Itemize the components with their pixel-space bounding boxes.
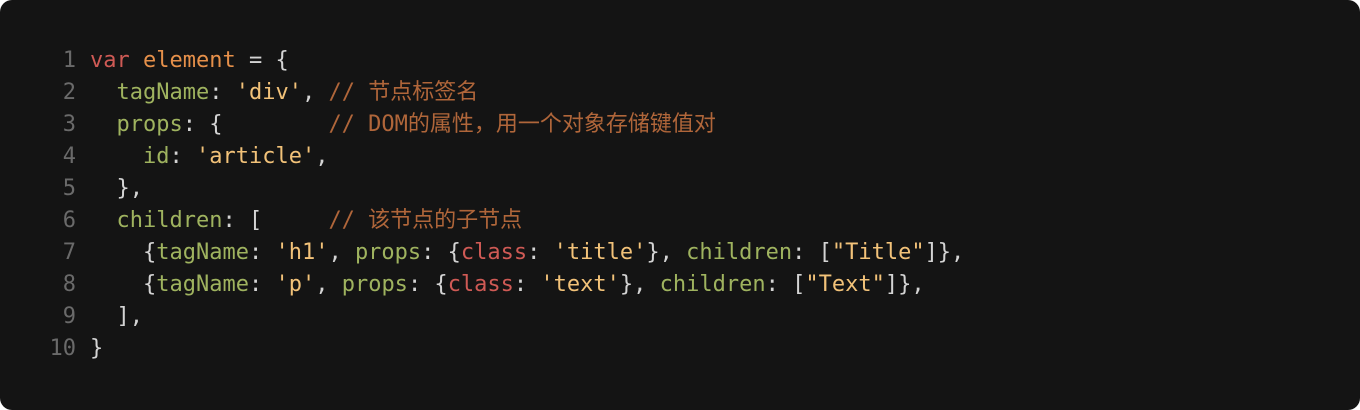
punctuation-token: }, [619,272,660,297]
comment-token: // 该节点的子节点 [328,208,523,233]
code-text: {tagName: 'p', props: {class: 'text'}, c… [90,269,925,301]
code-line: 2 tagName: 'div', // 节点标签名 [0,77,1360,109]
code-line: 4 id: 'article', [0,141,1360,173]
keyword-token: class [460,240,528,265]
property-token: tagName [116,80,210,105]
keyword-token: var [90,48,130,73]
code-line: 3 props: { // DOM的属性，用一个对象存储键值对 [0,109,1360,141]
punctuation-token: : { [421,240,461,265]
line-number: 1 [62,48,76,73]
code-text: id: 'article', [90,141,328,173]
punctuation-token [90,208,117,233]
string-token: 'div' [235,80,302,105]
punctuation-token [130,48,143,73]
punctuation-token: : { [182,112,329,137]
punctuation-token: , [315,144,329,169]
code-line: 8 {tagName: 'p', props: {class: 'text'},… [0,269,1360,301]
punctuation-token: ], [90,304,143,329]
property-token: tagName [156,240,249,265]
punctuation-token: : [ [765,272,806,297]
string-token: 'title' [553,240,647,265]
string-token: 'text' [540,272,620,297]
string-token: 'h1' [275,240,329,265]
variable-token: element [143,48,236,73]
line-number: 10 [49,336,77,361]
punctuation-token: , [315,272,342,297]
property-token: props [116,112,183,137]
line-number: 3 [62,112,76,137]
code-text: ], [90,301,143,333]
code-line: 10} [0,333,1360,365]
punctuation-token: = { [235,48,289,73]
code-line: 6 children: [ // 该节点的子节点 [0,205,1360,237]
line-number: 4 [62,144,76,169]
keyword-token: class [447,272,514,297]
property-token: children [686,240,793,265]
property-token: children [659,272,766,297]
punctuation-token: : [527,240,554,265]
line-number: 5 [62,176,76,201]
code-text: } [90,333,103,365]
code-line: 7 {tagName: 'h1', props: {class: 'title'… [0,237,1360,269]
punctuation-token: : [248,240,276,265]
code-block: 1 var element = {2 tagName: 'div', // 节点标… [0,0,1360,410]
code-text: tagName: 'div', // 节点标签名 [90,77,479,109]
punctuation-token: : [513,272,541,297]
code-text: children: [ // 该节点的子节点 [90,205,523,237]
string-token: 'p' [275,272,316,297]
punctuation-token: , [328,240,355,265]
punctuation-token: ]}, [884,272,925,297]
code-line: 9 ], [0,301,1360,333]
code-text: props: { // DOM的属性，用一个对象存储键值对 [90,109,716,141]
punctuation-token: , [301,80,329,105]
string-token: "Text" [805,272,885,297]
punctuation-token: : [ [222,208,329,233]
code-text: }, [90,173,143,205]
punctuation-token: }, [646,240,687,265]
punctuation-token [90,144,143,169]
code-text: {tagName: 'h1', props: {class: 'title'},… [90,237,964,269]
punctuation-token: : { [407,272,448,297]
punctuation-token: { [90,240,157,265]
punctuation-token: : [248,272,276,297]
property-token: id [142,144,170,169]
punctuation-token: : [169,144,196,169]
line-number: 9 [62,304,76,329]
punctuation-token: : [209,80,236,105]
code-lines: 1 var element = {2 tagName: 'div', // 节点标… [0,45,1360,365]
punctuation-token: { [90,272,157,297]
property-token: props [341,272,408,297]
property-token: children [116,208,223,233]
punctuation-token: } [90,336,104,361]
punctuation-token [90,80,117,105]
comment-token: // DOM的属性，用一个对象存储键值对 [328,112,716,137]
punctuation-token: : [ [792,240,832,265]
punctuation-token [90,112,117,137]
line-number: 7 [62,240,76,265]
string-token: 'article' [195,144,316,169]
property-token: props [354,240,422,265]
punctuation-token: ]}, [924,240,965,265]
string-token: "Title" [831,240,925,265]
code-text: var element = { [90,45,289,77]
line-number: 2 [62,80,76,105]
punctuation-token: }, [90,176,143,201]
code-line: 5 }, [0,173,1360,205]
property-token: tagName [156,272,249,297]
code-line: 1 var element = { [0,45,1360,77]
comment-token: // 节点标签名 [328,80,479,105]
line-number: 8 [62,272,76,297]
line-number: 6 [62,208,76,233]
